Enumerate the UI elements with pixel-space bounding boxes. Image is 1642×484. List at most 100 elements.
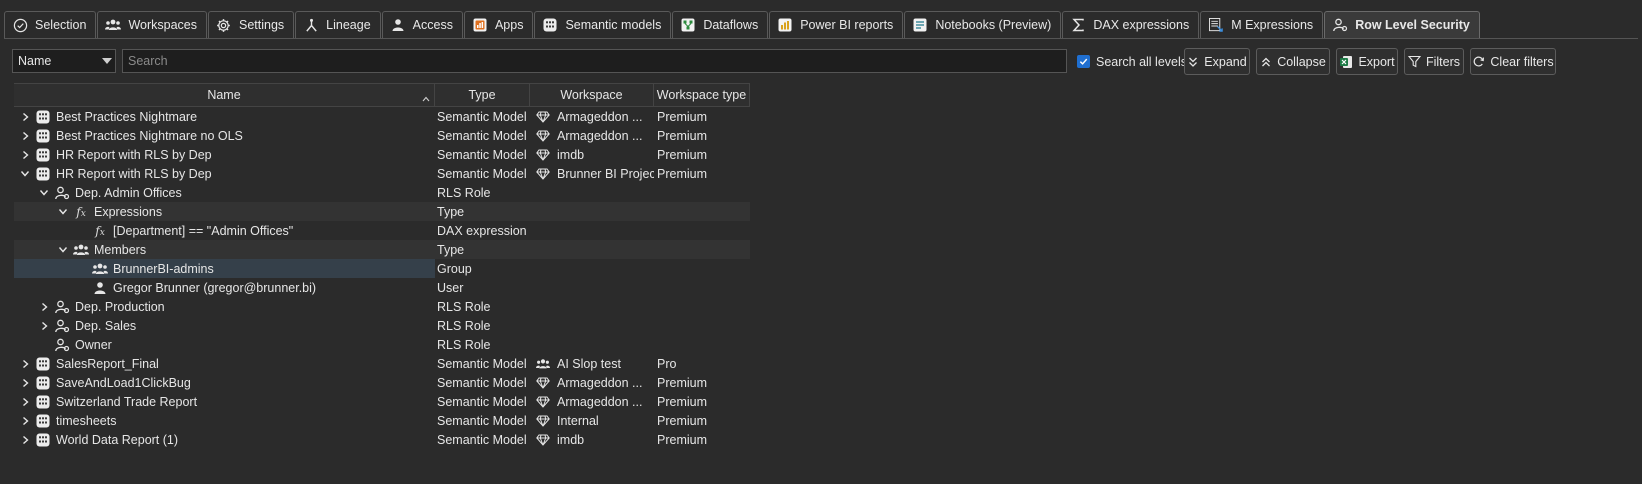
tree-row[interactable]: fx Expressions Type [14,202,750,221]
cell-workspace-type: Premium [657,128,708,143]
tree-row[interactable]: Switzerland Trade Report Semantic Model Ar… [14,392,750,411]
cell-name: BrunnerBI-admins [14,259,435,278]
chevron-right-icon[interactable] [37,300,51,314]
chevron-down-icon [102,58,112,64]
chevron-right-icon[interactable] [18,395,32,409]
semantic-model-icon [35,128,51,144]
tree-row[interactable]: Gregor Brunner (gregor@brunner.bi) User [14,278,750,297]
tree-row[interactable]: Best Practices Nightmare no OLS Semantic … [14,126,750,145]
lineage-icon [303,17,319,33]
check-circle-icon [12,17,28,33]
column-header-name[interactable]: Name [14,84,435,106]
semantic-model-icon [35,356,51,372]
sort-up-icon [422,91,430,105]
tab-dax-expressions[interactable]: DAX expressions [1062,11,1200,38]
workspace-name: Brunner BI Projects [557,166,654,181]
diamond-icon [536,395,550,409]
tree-row[interactable]: Dep. Production RLS Role [14,297,750,316]
tab-notebooks-preview[interactable]: Notebooks (Preview) [904,11,1062,38]
diamond-icon [536,110,550,124]
cell-workspace-type [654,335,750,354]
column-header-workspace-type[interactable]: Workspace type [654,84,750,106]
export-button[interactable]: Export [1336,48,1398,75]
field-select[interactable]: Name [12,49,116,73]
tab-row-level-security[interactable]: Row Level Security [1324,11,1480,38]
chevron-right-icon[interactable] [18,148,32,162]
cell-workspace [530,259,654,278]
clear-filters-button[interactable]: Clear filters [1470,48,1556,75]
chevron-right-icon[interactable] [18,376,32,390]
cell-type: Semantic Model [437,166,527,181]
cell-type: Semantic Model [437,413,527,428]
tree-row[interactable]: World Data Report (1) Semantic Model imdb P… [14,430,750,449]
chevron-right-icon[interactable] [18,433,32,447]
field-select-value: Name [18,54,52,68]
tree-row[interactable]: Owner RLS Role [14,335,750,354]
cell-workspace: imdb [530,430,654,449]
chevron-right-icon[interactable] [18,110,32,124]
tab-dataflows[interactable]: Dataflows [672,11,769,38]
search-all-levels-checkbox[interactable]: Search all levels [1077,48,1187,75]
chevron-right-icon[interactable] [37,319,51,333]
cell-name: fx [Department] == "Admin Offices" [14,221,435,240]
tree-row[interactable]: Best Practices Nightmare Semantic Model Ar… [14,107,750,126]
tree-row[interactable]: HR Report with RLS by Dep Semantic Model B… [14,164,750,183]
chevron-down-icon[interactable] [37,186,51,200]
chevron-right-icon[interactable] [18,414,32,428]
tab-settings[interactable]: Settings [207,11,295,38]
column-header-workspace[interactable]: Workspace [530,84,654,106]
cell-name: Best Practices Nightmare no OLS [14,126,435,145]
cell-workspace: imdb [530,145,654,164]
row-name: BrunnerBI-admins [113,261,214,276]
chevron-down-icon[interactable] [18,167,32,181]
semantic-model-icon [35,147,51,163]
chevron-down-icon[interactable] [56,205,70,219]
cell-type: User [437,280,464,295]
chevron-down-icon[interactable] [56,243,70,257]
tab-lineage[interactable]: Lineage [295,11,381,38]
cell-name: Owner [14,335,435,354]
cell-workspace-type [654,183,750,202]
tree-row[interactable]: SalesReport_Final Semantic Model AI Slop t… [14,354,750,373]
workspace-name: Armageddon ... [557,375,643,390]
tree-row[interactable]: Dep. Admin Offices RLS Role [14,183,750,202]
expand-button[interactable]: Expand [1184,48,1250,75]
tab-selection[interactable]: Selection [4,11,97,38]
cell-workspace-type [654,259,750,278]
filters-button[interactable]: Filters [1404,48,1464,75]
chevron-right-icon[interactable] [18,129,32,143]
tree-row[interactable]: Dep. Sales RLS Role [14,316,750,335]
tree-row[interactable]: fx [Department] == "Admin Offices" DAX exp… [14,221,750,240]
semantic-model-icon [35,432,51,448]
collapse-button[interactable]: Collapse [1256,48,1330,75]
tab-label: Row Level Security [1355,18,1470,32]
cell-workspace [530,335,654,354]
tree-row[interactable]: Members Type [14,240,750,259]
tree-row[interactable]: BrunnerBI-admins Group [14,259,750,278]
tab-apps[interactable]: Apps [463,11,534,38]
semantic-model-icon [35,109,51,125]
diamond-icon [536,376,550,390]
role-icon [54,185,70,201]
tab-power-bi-reports[interactable]: Power BI reports [769,11,904,38]
tab-label: Lineage [326,18,371,32]
tab-semantic-models[interactable]: Semantic models [534,11,672,38]
tree-row[interactable]: SaveAndLoad1ClickBug Semantic Model Armage… [14,373,750,392]
tab-workspaces[interactable]: Workspaces [97,11,207,38]
chevron-right-icon[interactable] [18,357,32,371]
tree-row[interactable]: HR Report with RLS by Dep Semantic Model i… [14,145,750,164]
filter-icon [1407,55,1421,68]
cell-workspace: Internal [530,411,654,430]
tab-access[interactable]: Access [381,11,463,38]
cell-name: fx Expressions [14,202,435,221]
search-input[interactable] [122,49,1067,73]
grid-body: Best Practices Nightmare Semantic Model Ar… [14,107,750,449]
column-header-type[interactable]: Type [435,84,530,106]
tab-m-expressions[interactable]: M Expressions [1200,11,1324,38]
cell-type: Semantic Model [437,432,527,447]
tab-label: Apps [494,18,524,32]
cell-type: Semantic Model [437,128,527,143]
tree-row[interactable]: timesheets Semantic Model Internal Premium [14,411,750,430]
